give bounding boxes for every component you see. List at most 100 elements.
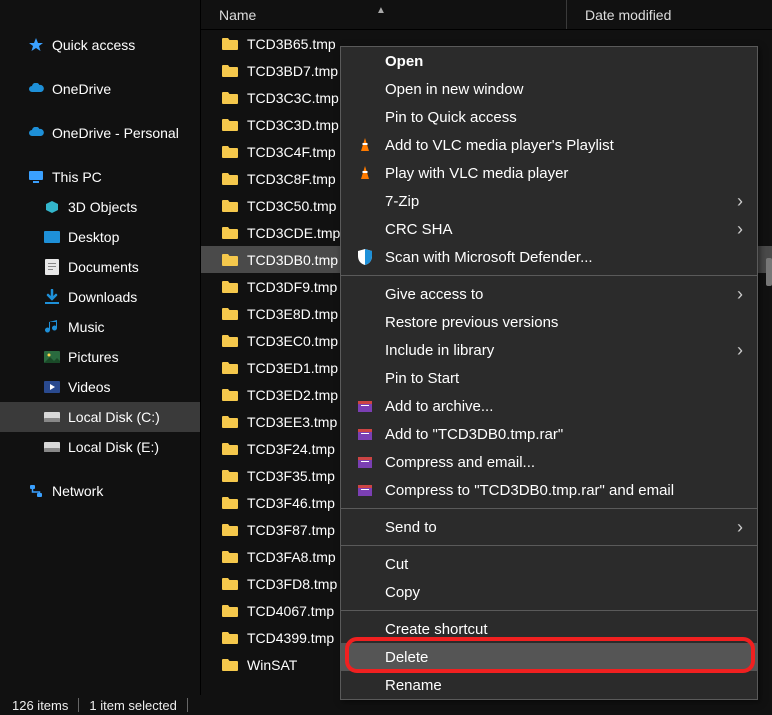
cube-icon [44, 199, 60, 215]
ctx-label: Open [385, 53, 743, 70]
nav-label: Music [68, 319, 105, 335]
network-icon [28, 483, 44, 499]
cloud-icon [28, 125, 44, 141]
ctx-label: Create shortcut [385, 621, 743, 638]
submenu-arrow-icon: › [737, 220, 743, 238]
submenu-arrow-icon: › [737, 285, 743, 303]
statusbar-separator [187, 698, 188, 712]
scrollbar-thumb[interactable] [766, 258, 772, 286]
ctx-copy[interactable]: Copy [341, 578, 757, 606]
folder-icon [221, 629, 239, 647]
download-icon [44, 289, 60, 305]
ctx-label: Pin to Quick access [385, 109, 743, 126]
nav-label: Desktop [68, 229, 119, 245]
column-header-date[interactable]: Date modified [566, 0, 671, 29]
context-menu: Open Open in new window Pin to Quick acc… [340, 46, 758, 700]
ctx-send-to[interactable]: Send to› [341, 513, 757, 541]
nav-local-disk-c[interactable]: Local Disk (C:) [0, 402, 200, 432]
folder-icon [221, 575, 239, 593]
folder-icon [221, 251, 239, 269]
ctx-pin-start[interactable]: Pin to Start [341, 364, 757, 392]
nav-label: 3D Objects [68, 199, 137, 215]
ctx-open-new-window[interactable]: Open in new window [341, 75, 757, 103]
nav-label: Videos [68, 379, 111, 395]
submenu-arrow-icon: › [737, 341, 743, 359]
folder-icon [221, 332, 239, 350]
column-header-name[interactable]: Name ▲ [201, 7, 566, 23]
ctx-label: Compress to "TCD3DB0.tmp.rar" and email [385, 482, 743, 499]
nav-this-pc[interactable]: This PC [0, 162, 200, 192]
nav-3d-objects[interactable]: 3D Objects [0, 192, 200, 222]
folder-icon [221, 413, 239, 431]
cloud-icon [28, 81, 44, 97]
folder-icon [221, 197, 239, 215]
folder-icon [221, 359, 239, 377]
music-icon [44, 319, 60, 335]
folder-icon [221, 62, 239, 80]
ctx-label: Open in new window [385, 81, 743, 98]
ctx-compress-named-email[interactable]: Compress to "TCD3DB0.tmp.rar" and email [341, 476, 757, 504]
nav-label: Downloads [68, 289, 137, 305]
submenu-arrow-icon: › [737, 192, 743, 210]
column-header-row: Name ▲ Date modified [201, 0, 772, 30]
menu-separator [341, 610, 757, 611]
pc-icon [28, 169, 44, 185]
ctx-add-named-rar[interactable]: Add to "TCD3DB0.tmp.rar" [341, 420, 757, 448]
nav-onedrive[interactable]: OneDrive [0, 74, 200, 104]
ctx-compress-email[interactable]: Compress and email... [341, 448, 757, 476]
nav-music[interactable]: Music [0, 312, 200, 342]
ctx-cut[interactable]: Cut [341, 550, 757, 578]
ctx-delete[interactable]: Delete [341, 643, 757, 671]
ctx-label: 7-Zip [385, 193, 737, 210]
winrar-icon [355, 396, 375, 416]
videos-icon [44, 379, 60, 395]
nav-videos[interactable]: Videos [0, 372, 200, 402]
sort-indicator-icon: ▲ [376, 5, 386, 16]
nav-network[interactable]: Network [0, 476, 200, 506]
ctx-create-shortcut[interactable]: Create shortcut [341, 615, 757, 643]
ctx-defender-scan[interactable]: Scan with Microsoft Defender... [341, 243, 757, 271]
ctx-crc-sha[interactable]: CRC SHA› [341, 215, 757, 243]
folder-icon [221, 386, 239, 404]
ctx-vlc-add-playlist[interactable]: Add to VLC media player's Playlist [341, 131, 757, 159]
vlc-icon [355, 163, 375, 183]
nav-onedrive-personal[interactable]: OneDrive - Personal [0, 118, 200, 148]
folder-icon [221, 440, 239, 458]
ctx-restore-previous[interactable]: Restore previous versions [341, 308, 757, 336]
ctx-include-library[interactable]: Include in library› [341, 336, 757, 364]
pictures-icon [44, 349, 60, 365]
winrar-icon [355, 480, 375, 500]
menu-separator [341, 508, 757, 509]
menu-separator [341, 545, 757, 546]
ctx-label: CRC SHA [385, 221, 737, 238]
ctx-label: Rename [385, 677, 743, 694]
nav-downloads[interactable]: Downloads [0, 282, 200, 312]
ctx-rename[interactable]: Rename [341, 671, 757, 699]
menu-separator [341, 275, 757, 276]
nav-pictures[interactable]: Pictures [0, 342, 200, 372]
nav-quick-access[interactable]: Quick access [0, 30, 200, 60]
nav-documents[interactable]: Documents [0, 252, 200, 282]
ctx-vlc-play[interactable]: Play with VLC media player [341, 159, 757, 187]
folder-icon [221, 278, 239, 296]
folder-icon [221, 467, 239, 485]
nav-label: Pictures [68, 349, 119, 365]
nav-label: Network [52, 483, 103, 499]
folder-icon [221, 548, 239, 566]
winrar-icon [355, 452, 375, 472]
status-item-count: 126 items [12, 698, 68, 713]
ctx-give-access[interactable]: Give access to› [341, 280, 757, 308]
ctx-open[interactable]: Open [341, 47, 757, 75]
ctx-pin-quick-access[interactable]: Pin to Quick access [341, 103, 757, 131]
nav-desktop[interactable]: Desktop [0, 222, 200, 252]
desktop-icon [44, 229, 60, 245]
nav-label: OneDrive - Personal [52, 125, 179, 141]
ctx-7zip[interactable]: 7-Zip› [341, 187, 757, 215]
nav-local-disk-e[interactable]: Local Disk (E:) [0, 432, 200, 462]
ctx-label: Delete [385, 649, 743, 666]
ctx-add-archive[interactable]: Add to archive... [341, 392, 757, 420]
folder-icon [221, 656, 239, 674]
folder-icon [221, 521, 239, 539]
statusbar-separator [78, 698, 79, 712]
column-header-label: Date modified [585, 7, 671, 23]
